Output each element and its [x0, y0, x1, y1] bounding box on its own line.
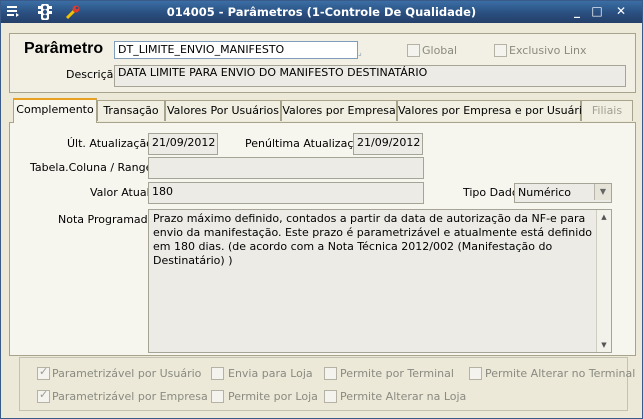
tipo-dado-value: Numérico: [518, 186, 572, 199]
minimize-icon[interactable]: _: [569, 4, 585, 19]
permite-alterar-loja-checkbox[interactable]: [324, 390, 337, 403]
penultima-atualizacao-label: Penúltima Atualização: [245, 137, 367, 150]
parametro-field[interactable]: DT_LIMITE_ENVIO_MANIFESTO: [114, 41, 358, 59]
permite-terminal-checkbox[interactable]: [324, 367, 337, 380]
descricao-field[interactable]: DATA LIMITE PARA ENVIO DO MANIFESTO DEST…: [114, 65, 626, 87]
valor-atual-label: Valor Atual: [90, 186, 150, 199]
tab-complemento[interactable]: Complemento: [13, 98, 97, 123]
exclusivo-linx-checkbox[interactable]: [494, 44, 507, 57]
parameter-header-panel: Parâmetro DT_LIMITE_ENVIO_MANIFESTO ⌟ Gl…: [9, 33, 636, 93]
exclusivo-linx-label: Exclusivo Linx: [509, 44, 587, 57]
tipo-dado-select[interactable]: Numérico ▼: [514, 183, 612, 203]
tab-valores-por-empresa-e-usuario[interactable]: Valores por Empresa e por Usuário: [397, 100, 589, 121]
parametrizavel-usuario-checkbox[interactable]: [37, 365, 50, 380]
parametrizavel-usuario-label: Parametrizável por Usuário: [52, 367, 202, 380]
penultima-atualizacao-field[interactable]: 21/09/2012: [353, 133, 423, 155]
ult-atualizacao-field[interactable]: 21/09/2012: [148, 133, 218, 155]
nota-programador-label: Nota Programador: [58, 213, 159, 226]
title-bar: 014005 - Parâmetros (1-Controle De Quali…: [1, 1, 642, 23]
nota-scrollbar[interactable]: ▲ ▼: [596, 210, 611, 352]
tab-strip: Complemento Transação Valores Por Usuári…: [9, 98, 634, 123]
permite-terminal-label: Permite por Terminal: [340, 367, 454, 380]
tabela-coluna-field[interactable]: [148, 157, 424, 179]
tab-filiais: Filiais: [581, 100, 633, 121]
parametros-window: 014005 - Parâmetros (1-Controle De Quali…: [0, 0, 643, 419]
permite-alterar-loja-label: Permite Alterar na Loja: [340, 390, 467, 403]
parametro-field-corner: ⌟: [358, 48, 362, 57]
ult-atualizacao-label: Últ. Atualização: [67, 137, 153, 150]
maximize-icon[interactable]: □: [589, 4, 605, 19]
close-icon[interactable]: ✕: [613, 4, 629, 19]
tab-valores-por-empresa[interactable]: Valores por Empresa: [281, 100, 397, 121]
tab-transacao[interactable]: Transação: [97, 100, 165, 121]
tipo-dado-label: Tipo Dado: [463, 186, 519, 199]
tabela-coluna-label: Tabela.Coluna / Range: [30, 161, 153, 174]
complemento-panel: Últ. Atualização 21/09/2012 Penúltima At…: [9, 122, 636, 356]
permite-alterar-terminal-label: Permite Alterar no Terminal: [485, 367, 636, 380]
scroll-down-icon[interactable]: ▼: [597, 338, 611, 352]
descricao-label: Descrição: [66, 68, 121, 81]
valor-atual-field[interactable]: 180: [148, 182, 424, 204]
global-label: Global: [422, 44, 458, 57]
chevron-down-icon[interactable]: ▼: [594, 184, 611, 200]
permite-alterar-terminal-checkbox[interactable]: [469, 367, 482, 380]
scroll-up-icon[interactable]: ▲: [597, 210, 611, 224]
parametro-label: Parâmetro: [24, 40, 104, 57]
global-checkbox[interactable]: [407, 44, 420, 57]
permite-loja-label: Permite por Loja: [228, 390, 318, 403]
nota-programador-textarea[interactable]: Prazo máximo definido, contados a partir…: [148, 209, 612, 353]
parametrizavel-empresa-label: Parametrizável por Empresa: [52, 390, 208, 403]
parametrizavel-empresa-checkbox[interactable]: [37, 388, 50, 403]
permite-loja-checkbox[interactable]: [211, 390, 224, 403]
envia-loja-checkbox[interactable]: [211, 367, 224, 380]
envia-loja-label: Envia para Loja: [228, 367, 313, 380]
window-title: 014005 - Parâmetros (1-Controle De Quali…: [166, 5, 477, 19]
options-panel: Parametrizável por Usuário Envia para Lo…: [19, 357, 635, 411]
nota-programador-text: Prazo máximo definido, contados a partir…: [153, 212, 593, 267]
tab-valores-por-usuarios[interactable]: Valores Por Usuários: [165, 100, 281, 121]
